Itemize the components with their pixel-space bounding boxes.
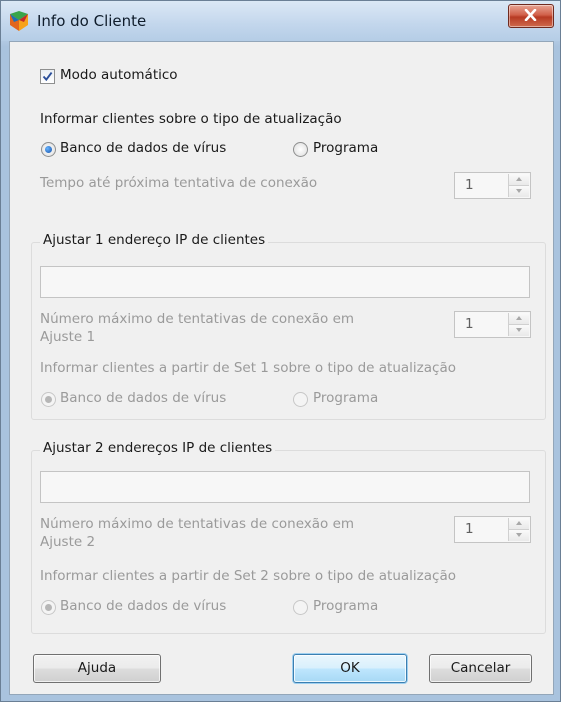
close-icon	[524, 9, 537, 21]
spinner-buttons	[508, 174, 529, 197]
retry-time-label: Tempo até próxima tentativa de conexão	[40, 175, 318, 191]
set2-radio-program-label[interactable]: Programa	[313, 598, 378, 614]
set1-radio-virus-database[interactable]	[41, 392, 56, 407]
set1-radio-program[interactable]	[293, 392, 308, 407]
spinner-buttons	[508, 518, 529, 541]
dialog-content: Modo automático Informar clientes sobre …	[9, 41, 554, 695]
spinner-down-button[interactable]	[509, 186, 529, 197]
dialog-window: Info do Cliente Modo automático Informar…	[0, 0, 561, 702]
radio-program-label[interactable]: Programa	[313, 140, 378, 156]
max-attempts-2-label-line1: Número máximo de tentativas de conexão e…	[40, 516, 355, 532]
ip-set-2-input[interactable]	[40, 471, 530, 503]
radio-virus-database-label[interactable]: Banco de dados de vírus	[60, 140, 226, 156]
spinner-down-button[interactable]	[509, 325, 529, 336]
max-attempts-1-spinner[interactable]: 1	[454, 311, 531, 338]
spinner-buttons	[508, 313, 529, 336]
ok-button[interactable]: OK	[293, 654, 407, 683]
group-ip-set-2-legend: Ajustar 2 endereços IP de clientes	[40, 440, 276, 456]
help-button[interactable]: Ajuda	[33, 654, 161, 683]
set2-radio-virus-database[interactable]	[41, 600, 56, 615]
close-button[interactable]	[508, 4, 554, 28]
max-attempts-1-label-line1: Número máximo de tentativas de conexão e…	[40, 311, 355, 327]
spinner-up-button[interactable]	[509, 313, 529, 325]
auto-mode-checkbox[interactable]	[40, 69, 55, 84]
set2-radio-program[interactable]	[293, 600, 308, 615]
inform-set-1-label: Informar clientes a partir de Set 1 sobr…	[40, 360, 456, 376]
max-attempts-1-value: 1	[465, 316, 474, 332]
max-attempts-2-label-line2: Ajuste 2	[40, 534, 96, 550]
set2-radio-virus-database-label[interactable]: Banco de dados de vírus	[60, 598, 226, 614]
max-attempts-1-label-line2: Ajuste 1	[40, 329, 96, 345]
avg-logo-icon	[8, 11, 30, 33]
spinner-down-button[interactable]	[509, 530, 529, 541]
max-attempts-2-value: 1	[465, 521, 474, 537]
ip-set-1-input[interactable]	[40, 266, 530, 298]
checkmark-icon	[42, 72, 53, 82]
spinner-up-button[interactable]	[509, 174, 529, 186]
spinner-up-button[interactable]	[509, 518, 529, 530]
set1-radio-program-label[interactable]: Programa	[313, 390, 378, 406]
update-type-heading: Informar clientes sobre o tipo de atuali…	[40, 111, 342, 127]
retry-time-spinner[interactable]: 1	[454, 172, 531, 199]
auto-mode-label[interactable]: Modo automático	[60, 67, 178, 83]
max-attempts-2-spinner[interactable]: 1	[454, 516, 531, 543]
window-title: Info do Cliente	[37, 12, 147, 30]
cancel-button[interactable]: Cancelar	[429, 654, 532, 683]
group-ip-set-1-legend: Ajustar 1 endereço IP de clientes	[40, 232, 269, 248]
retry-time-value: 1	[465, 177, 474, 193]
set1-radio-virus-database-label[interactable]: Banco de dados de vírus	[60, 390, 226, 406]
inform-set-2-label: Informar clientes a partir de Set 2 sobr…	[40, 568, 456, 584]
radio-virus-database[interactable]	[41, 142, 56, 157]
title-bar[interactable]: Info do Cliente	[1, 1, 560, 41]
radio-program[interactable]	[293, 142, 308, 157]
